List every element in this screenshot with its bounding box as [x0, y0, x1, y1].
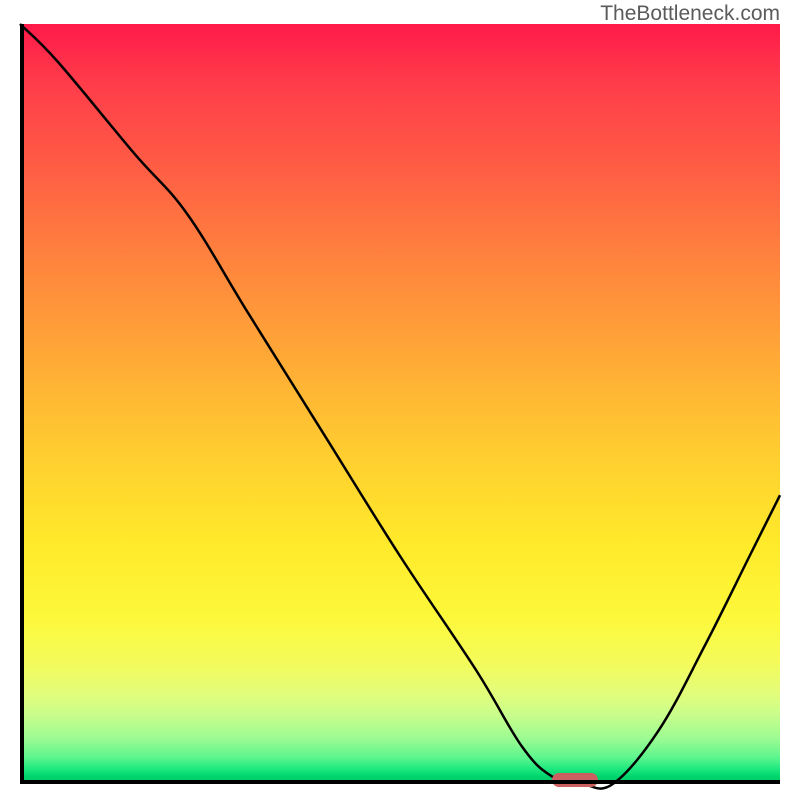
y-axis: [20, 24, 24, 784]
curve-path: [20, 24, 780, 789]
x-axis: [20, 780, 780, 784]
watermark-text: TheBottleneck.com: [600, 2, 780, 26]
plot-area: [20, 24, 780, 784]
curve-svg: [20, 24, 780, 784]
